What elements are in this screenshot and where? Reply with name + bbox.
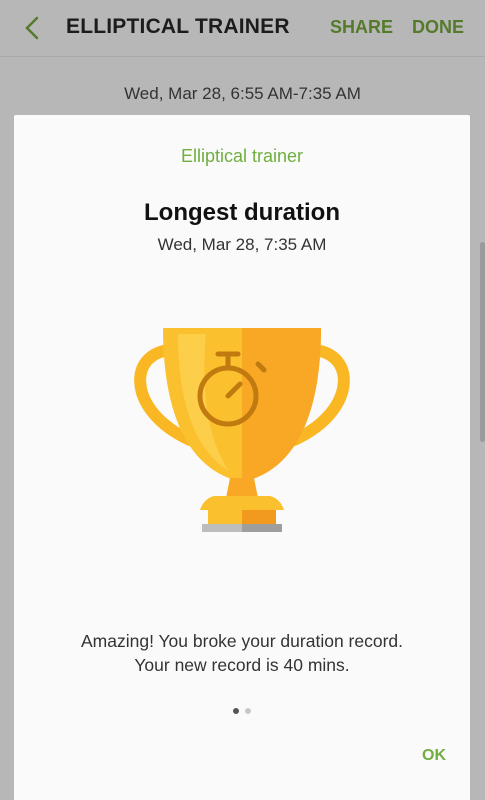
trophy-stopwatch-icon <box>134 328 350 532</box>
page-dot[interactable] <box>245 708 251 714</box>
record-message-line1: Amazing! You broke your duration record. <box>81 631 403 651</box>
page-title: ELLIPTICAL TRAINER <box>66 15 290 38</box>
chevron-left-icon[interactable] <box>18 12 48 44</box>
page-dot-active[interactable] <box>233 708 239 714</box>
done-button[interactable]: DONE <box>412 17 464 38</box>
ok-button[interactable]: OK <box>422 747 446 765</box>
dialog-header: Elliptical trainer <box>180 146 304 166</box>
record-message-line2: Your new record is 40 mins. <box>134 655 350 675</box>
record-dialog: Elliptical trainer Longest duration Wed,… <box>14 115 470 800</box>
app-bar: ELLIPTICAL TRAINER SHARE DONE <box>0 0 485 57</box>
record-message: Amazing! You broke your duration record.… <box>14 629 470 677</box>
record-date: Wed, Mar 28, 7:35 AM <box>157 235 327 254</box>
scrollbar[interactable] <box>480 242 485 442</box>
page-indicator <box>14 708 470 714</box>
record-title: Longest duration <box>144 199 340 226</box>
session-date-range: Wed, Mar 28, 6:55 AM-7:35 AM <box>124 84 361 103</box>
share-button[interactable]: SHARE <box>330 17 393 38</box>
